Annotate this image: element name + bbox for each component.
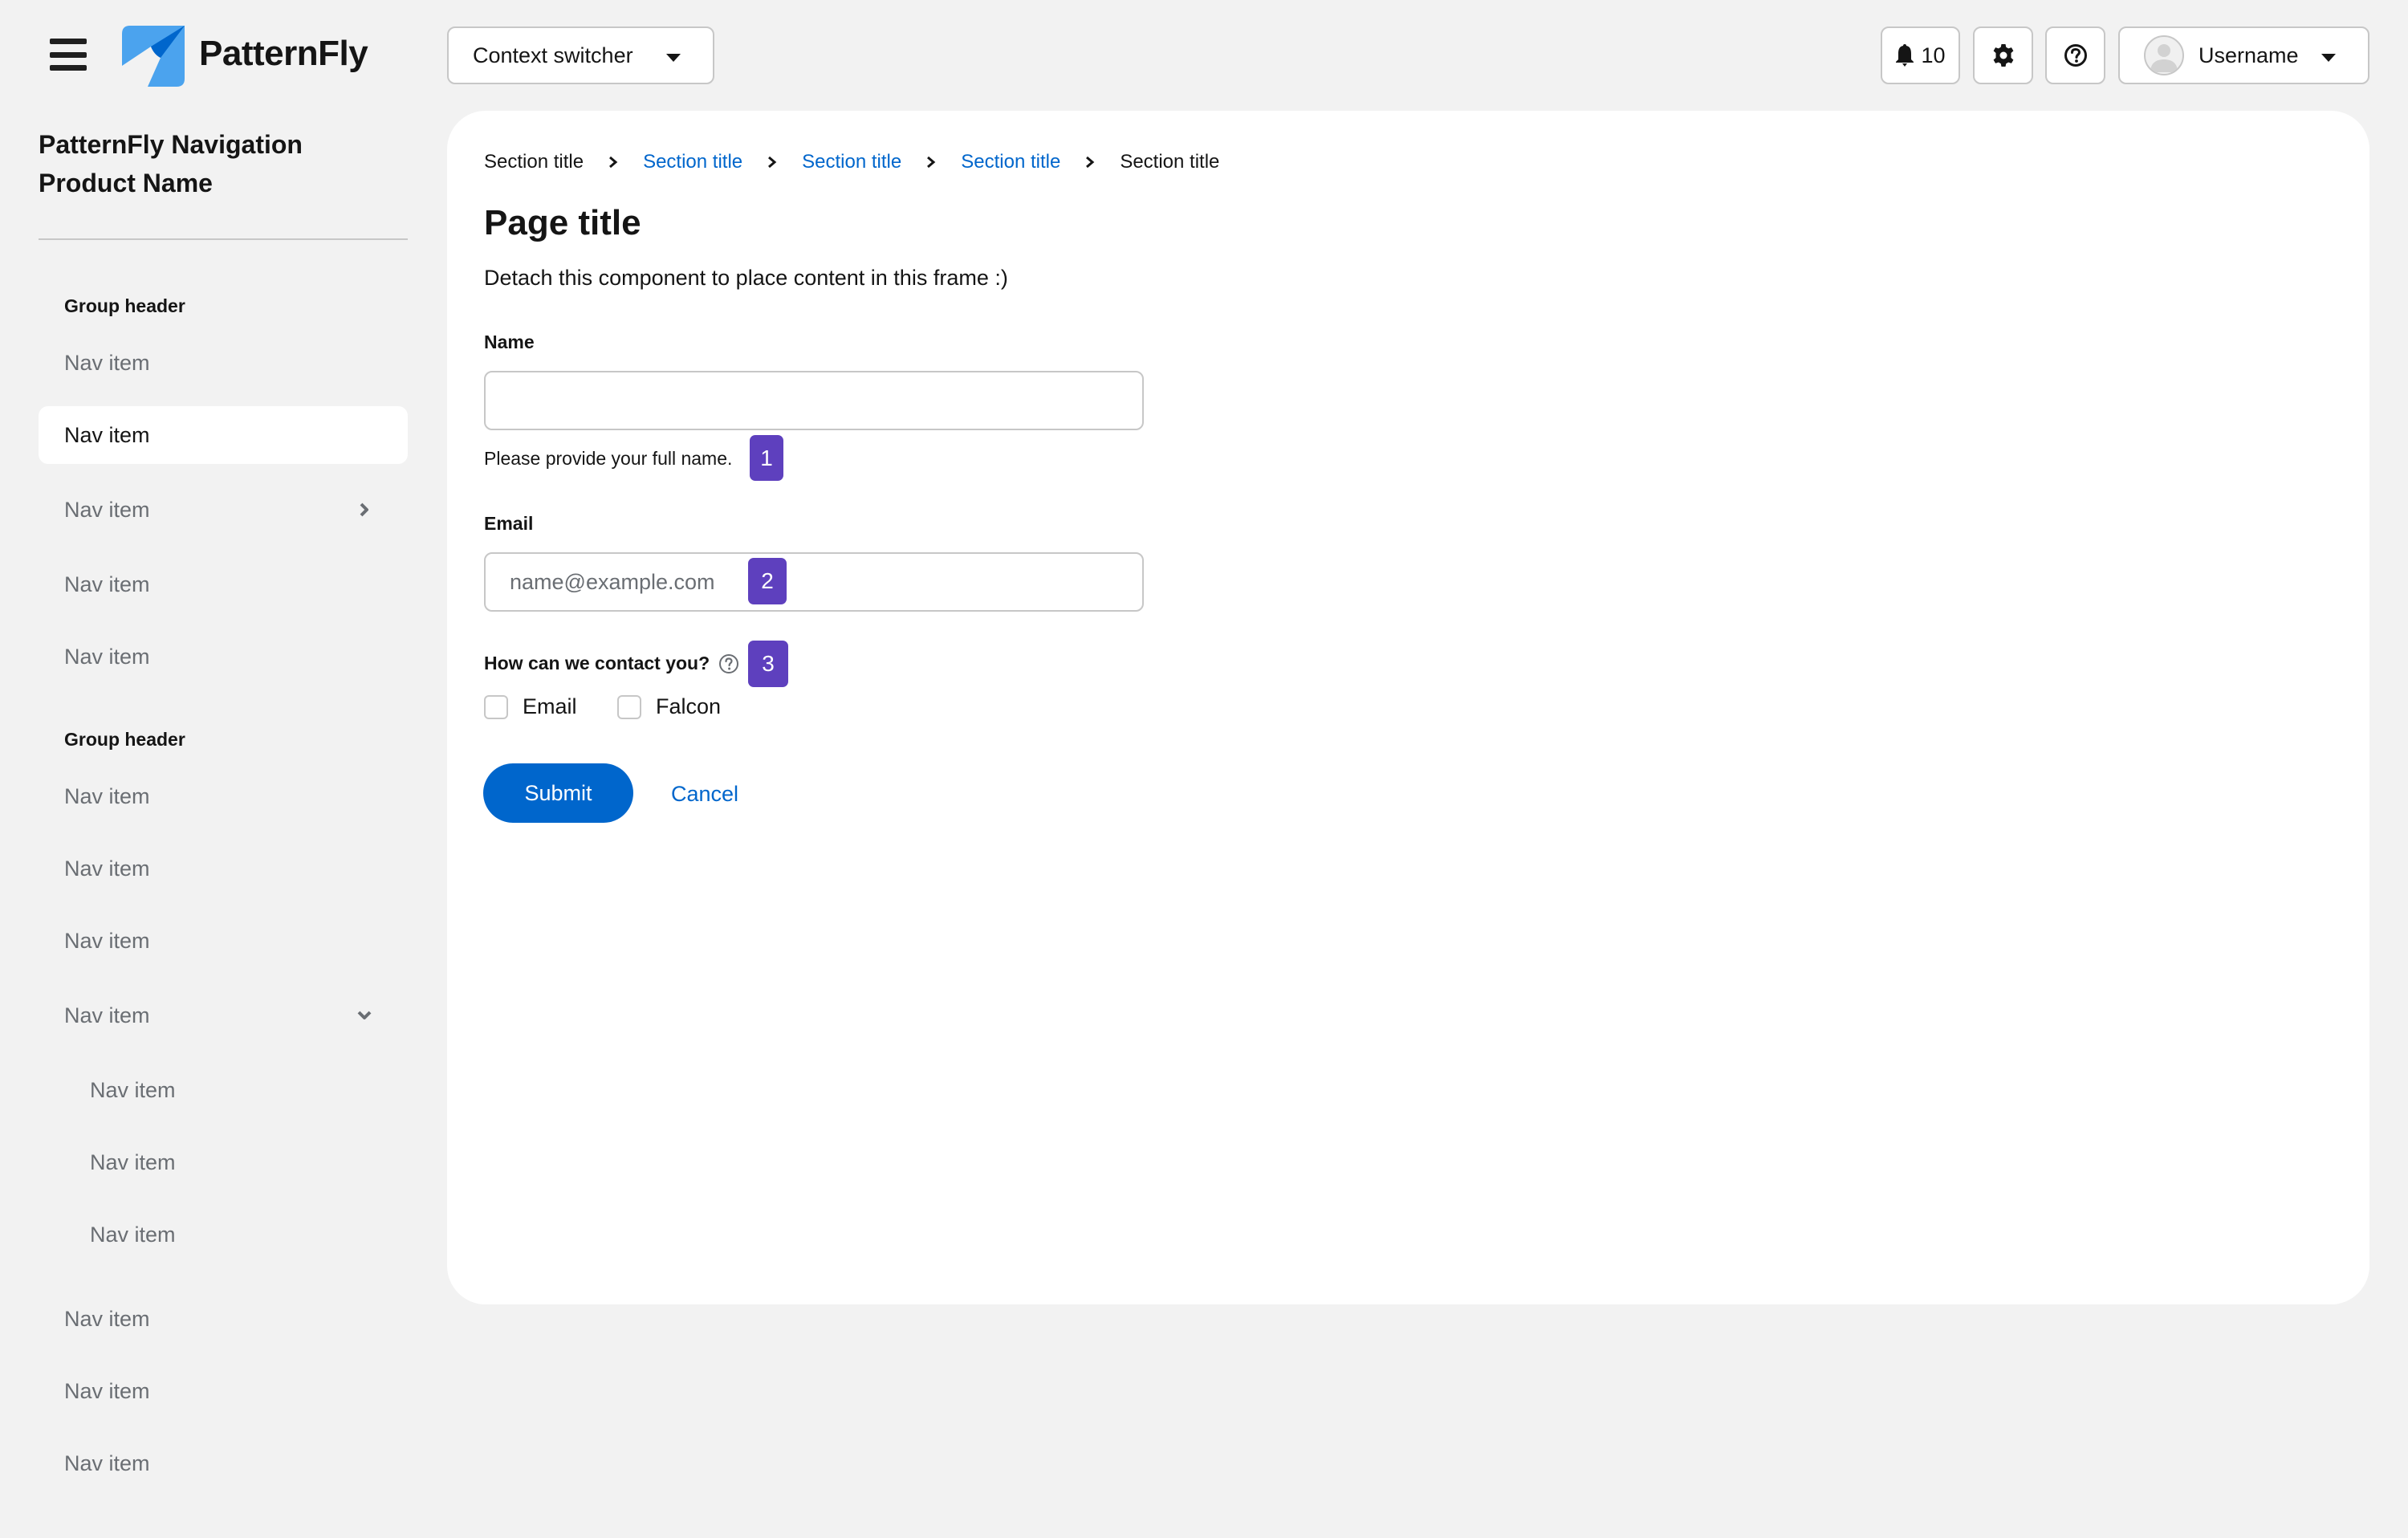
nav-item[interactable]: Nav item [39,1362,408,1420]
nav-item-label: Nav item [90,1222,176,1247]
nav-item[interactable]: Nav item [39,334,408,392]
name-helper-text: Please provide your full name. [484,448,733,469]
nav-item-label: Nav item [64,1378,150,1403]
chevron-right-icon [1086,156,1095,169]
checkbox-label: Falcon [656,694,722,718]
sidebar-title-line1: PatternFly Navigation [39,130,303,159]
name-label: Name [484,332,535,352]
user-menu[interactable]: Username [2118,26,2369,84]
annotation-badge-2: 2 [748,558,787,604]
chevron-down-icon [357,1011,372,1019]
breadcrumb-item: Section title [484,151,584,173]
settings-button[interactable] [1973,26,2033,84]
nav-subitem[interactable]: Nav item [39,1133,408,1191]
contact-label: How can we contact you? [484,653,710,673]
checkbox-label: Email [523,694,577,718]
hamburger-bar [50,65,87,71]
contact-option-email[interactable]: Email [484,694,577,719]
page-title: Page title [484,203,641,242]
nav-item[interactable]: Nav item [39,840,408,897]
submit-button[interactable]: Submit [483,763,633,823]
chevron-right-icon [768,156,777,169]
main-content-panel: Section title Section title Section titl… [447,111,2369,1304]
nav-subitem[interactable]: Nav item [39,1061,408,1119]
hamburger-menu-button[interactable] [50,39,87,71]
breadcrumb-link[interactable]: Section title [643,151,742,173]
caret-down-icon [666,54,681,62]
avatar [2144,35,2184,75]
breadcrumb-link[interactable]: Section title [961,151,1060,173]
nav-item-label: Nav item [90,1149,176,1174]
breadcrumb-link[interactable]: Section title [802,151,901,173]
user-silhouette-icon [2150,44,2178,72]
nav-item-label: Nav item [64,928,150,953]
falcon-checkbox[interactable] [617,694,641,719]
nav-item[interactable]: Nav item [39,912,408,970]
annotation-badge-1: 1 [750,435,783,481]
caret-down-icon [2321,54,2336,62]
annotation-badge-3: 3 [748,641,788,687]
bell-icon [1896,44,1914,67]
page-description: Detach this component to place content i… [484,266,1008,290]
nav-item-label: Nav item [64,783,150,808]
help-button[interactable] [2045,26,2105,84]
nav-group-header: Group header [64,729,185,750]
nav-item-expanded[interactable]: Nav item [39,987,408,1044]
contact-option-falcon[interactable]: Falcon [617,694,721,719]
nav-item-label: Nav item [64,350,150,375]
nav-item-current[interactable]: Nav item [39,406,408,464]
context-switcher-label: Context switcher [473,43,633,67]
cancel-button[interactable]: Cancel [671,782,738,807]
username: Username [2199,43,2299,67]
nav-item-label: Nav item [64,1003,150,1027]
notification-count: 10 [1921,43,1946,67]
context-switcher[interactable]: Context switcher [447,26,714,84]
nav-item[interactable]: Nav item [39,628,408,686]
email-input[interactable] [484,552,1144,612]
breadcrumb-current: Section title [1120,151,1220,173]
nav-item-label: Nav item [64,497,150,522]
nav-subitem[interactable]: Nav item [39,1206,408,1263]
nav-group-header: Group header [64,295,185,316]
hamburger-bar [50,51,87,58]
nav-item[interactable]: Nav item [39,1290,408,1348]
breadcrumb: Section title Section title Section titl… [484,151,1219,173]
nav-item-expandable[interactable]: Nav item [39,481,408,539]
hamburger-bar [50,39,87,44]
brand-name: PatternFly [199,34,368,73]
nav-item-label: Nav item [64,572,150,596]
nav-item-label: Nav item [64,422,150,447]
help-icon[interactable] [718,653,739,674]
chevron-right-icon [360,502,368,517]
nav-item-label: Nav item [64,1451,150,1475]
notifications-button[interactable]: 10 [1881,26,1960,84]
nav-item-label: Nav item [64,1306,150,1331]
nav-item[interactable]: Nav item [39,767,408,825]
name-input[interactable] [484,371,1144,430]
nav-item[interactable]: Nav item [39,1434,408,1492]
email-checkbox[interactable] [484,694,508,719]
sidebar-title-line2: Product Name [39,169,213,197]
email-label: Email [484,513,534,534]
sidebar-title: PatternFly Navigation Product Name [39,125,303,202]
gear-icon [1993,44,2013,67]
nav-item-label: Nav item [64,644,150,669]
sidebar-divider [39,238,408,240]
chevron-right-icon [927,156,936,169]
patternfly-logo-icon [122,26,185,87]
nav-item[interactable]: Nav item [39,555,408,613]
question-circle-icon [2064,44,2087,67]
chevron-right-icon [609,156,618,169]
nav-item-label: Nav item [90,1077,176,1102]
nav-item-label: Nav item [64,856,150,881]
